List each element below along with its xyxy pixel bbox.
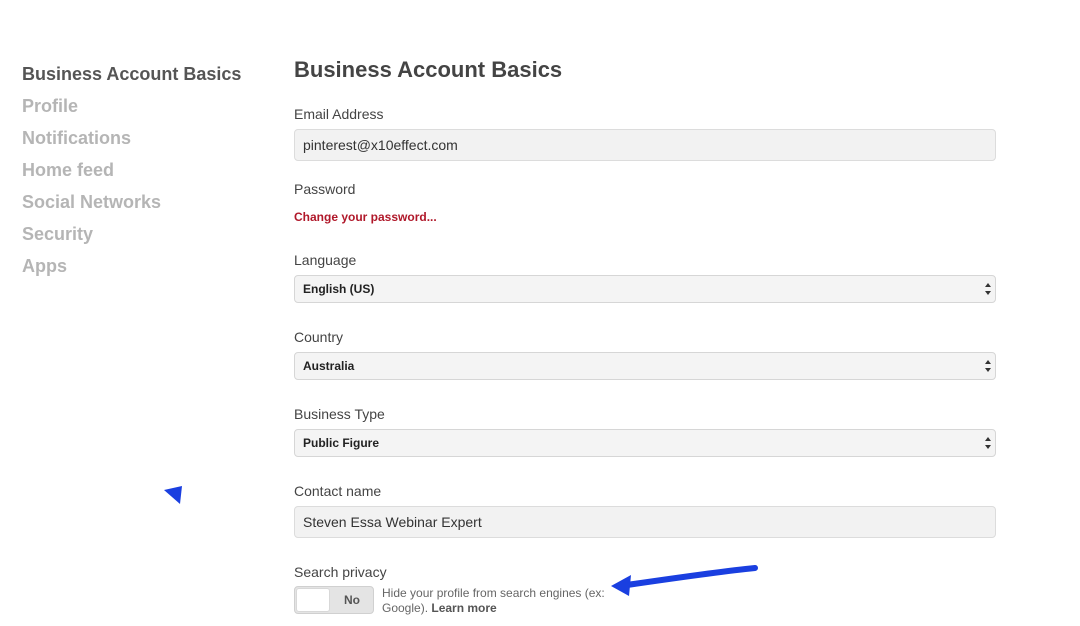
toggle-knob <box>296 588 330 612</box>
annotation-arrow-icon <box>611 565 758 596</box>
country-selected-value: Australia <box>303 359 355 373</box>
select-arrows-icon <box>985 437 991 449</box>
language-select[interactable]: English (US) <box>294 275 996 303</box>
business-type-group: Business Type Public Figure <box>294 406 996 457</box>
sidebar-item-business-account-basics[interactable]: Business Account Basics <box>22 58 262 90</box>
country-label: Country <box>294 329 344 345</box>
contact-name-group: Contact name Steven Essa Webinar Expert <box>294 483 996 538</box>
annotation-pointer-icon <box>164 486 182 504</box>
settings-main: Business Account Basics Email Address pi… <box>294 56 996 616</box>
change-password-link[interactable]: Change your password... <box>294 210 437 224</box>
country-group: Country Australia <box>294 329 996 380</box>
sidebar-item-home-feed[interactable]: Home feed <box>22 154 262 186</box>
page-title: Business Account Basics <box>294 57 563 82</box>
language-label: Language <box>294 252 357 268</box>
learn-more-link[interactable]: Learn more <box>431 601 496 615</box>
business-type-select[interactable]: Public Figure <box>294 429 996 457</box>
sidebar-item-security[interactable]: Security <box>22 218 262 250</box>
search-privacy-toggle[interactable]: No <box>294 586 374 614</box>
email-group: Email Address pinterest@x10effect.com <box>294 106 996 161</box>
contact-name-label: Contact name <box>294 483 382 499</box>
language-selected-value: English (US) <box>303 282 375 296</box>
settings-sidebar: Business Account Basics Profile Notifica… <box>22 58 262 282</box>
country-select[interactable]: Australia <box>294 352 996 380</box>
password-label: Password <box>294 181 356 197</box>
select-arrows-icon <box>985 360 991 372</box>
contact-name-field[interactable]: Steven Essa Webinar Expert <box>294 506 996 538</box>
language-group: Language English (US) <box>294 252 996 303</box>
sidebar-item-notifications[interactable]: Notifications <box>22 122 262 154</box>
sidebar-item-social-networks[interactable]: Social Networks <box>22 186 262 218</box>
password-group: Password Change your password... <box>294 181 996 226</box>
email-label: Email Address <box>294 106 384 122</box>
select-arrows-icon <box>985 283 991 295</box>
sidebar-item-apps[interactable]: Apps <box>22 250 262 282</box>
business-type-label: Business Type <box>294 406 385 422</box>
search-privacy-description: Hide your profile from search engines (e… <box>382 586 612 616</box>
toggle-state-text: No <box>344 593 360 607</box>
email-field[interactable]: pinterest@x10effect.com <box>294 129 996 161</box>
business-type-selected-value: Public Figure <box>303 436 380 450</box>
settings-page: Business Account Basics Profile Notifica… <box>0 0 1080 626</box>
sidebar-item-profile[interactable]: Profile <box>22 90 262 122</box>
